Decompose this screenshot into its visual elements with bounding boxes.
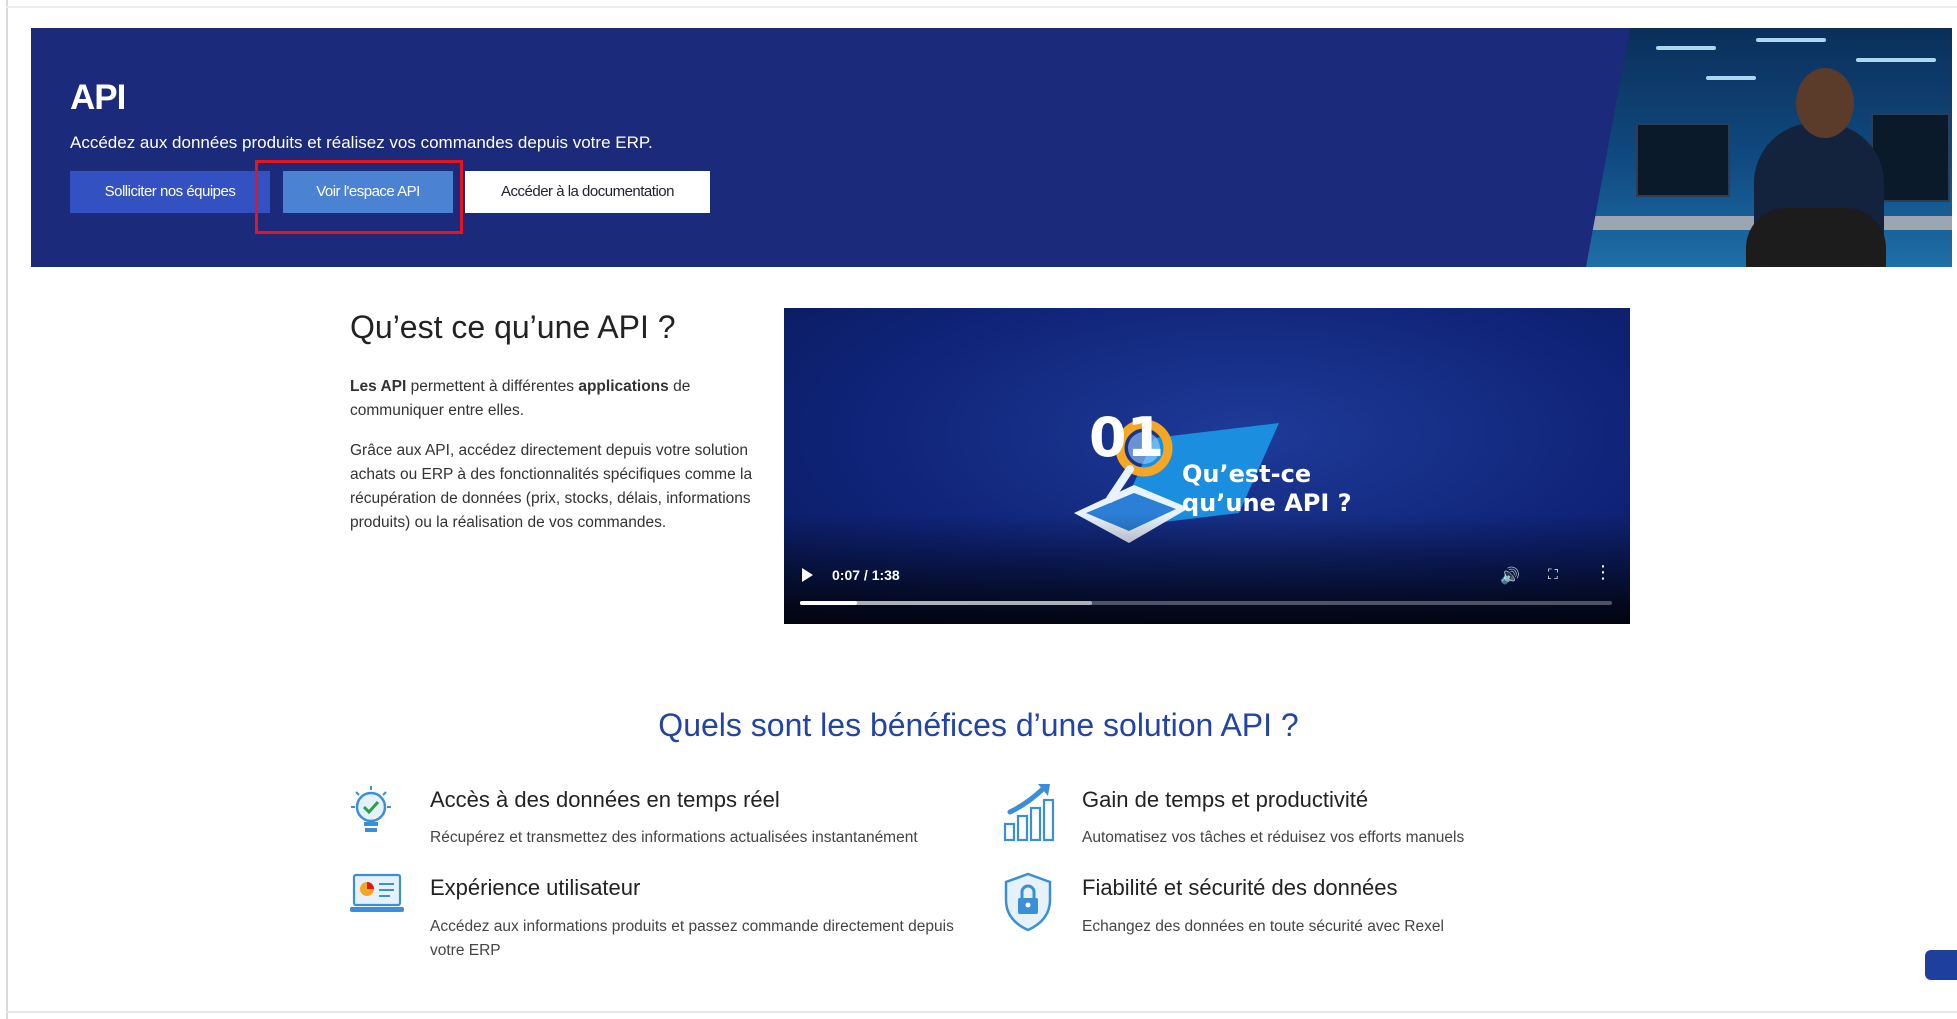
benefit-title-security: Fiabilité et sécurité des données — [1082, 875, 1398, 900]
growth-chart-icon — [1003, 784, 1055, 842]
video-progress-bar[interactable] — [800, 601, 1612, 605]
hero-photo-developer — [1586, 28, 1952, 267]
laptop-dashboard-icon — [350, 873, 404, 912]
benefit-title-realtime: Accès à des données en temps réel — [430, 787, 780, 812]
intro-bold-api: Les API — [350, 378, 407, 395]
video-time: 0:07 / 1:38 — [832, 567, 900, 583]
highlight-box — [255, 160, 463, 234]
video-caption-line-1: Qu’est-ce — [1182, 460, 1312, 488]
page-border-top — [6, 6, 1957, 8]
intro-paragraph-2: Grâce aux API, accédez directement depui… — [350, 442, 753, 531]
floating-side-tab[interactable] — [1925, 950, 1957, 980]
benefit-desc-security: Echangez des données en toute sécurité a… — [1082, 918, 1444, 935]
intro-text-1: permettent à différentes — [406, 378, 579, 395]
play-icon[interactable] — [802, 568, 813, 582]
hero-title: API — [70, 78, 126, 117]
page-border-bottom — [6, 1011, 1957, 1013]
fullscreen-icon[interactable]: ⛶ — [1548, 566, 1558, 583]
page-border-left — [6, 0, 8, 1019]
access-documentation-button[interactable]: Accéder à la documentation — [465, 171, 710, 213]
volume-icon[interactable]: 🔊 — [1500, 566, 1520, 586]
shield-lock-icon — [1004, 872, 1052, 932]
benefit-title-user-experience: Expérience utilisateur — [430, 875, 641, 900]
benefit-desc-productivity: Automatisez vos tâches et réduisez vos e… — [1082, 829, 1465, 846]
intro-title: Qu’est ce qu’une API ? — [350, 309, 676, 345]
intro-bold-applications: applications — [578, 378, 669, 395]
benefit-desc-user-experience: Accédez aux informations produits et pas… — [430, 918, 954, 959]
more-options-icon[interactable]: ⋮ — [1594, 563, 1612, 581]
video-badge-number: 01 — [1089, 406, 1165, 469]
lightbulb-icon — [351, 786, 391, 832]
video-caption-line-2: qu’une API ? — [1182, 489, 1352, 517]
video-progress-fill — [800, 601, 857, 605]
benefits-title: Quels sont les bénéfices d’une solution … — [658, 707, 1299, 743]
video-player[interactable]: 01 Qu’est-ce qu’une API ? 0:07 / 1:38 🔊 … — [784, 308, 1630, 624]
benefit-desc-realtime: Récupérez et transmettez des information… — [430, 829, 918, 846]
benefit-title-productivity: Gain de temps et productivité — [1082, 787, 1369, 812]
contact-teams-button[interactable]: Solliciter nos équipes — [70, 171, 270, 213]
intro-paragraph-1: Les API permettent à différentes applica… — [350, 375, 760, 423]
hero-subtitle: Accédez aux données produits et réalisez… — [70, 133, 653, 152]
